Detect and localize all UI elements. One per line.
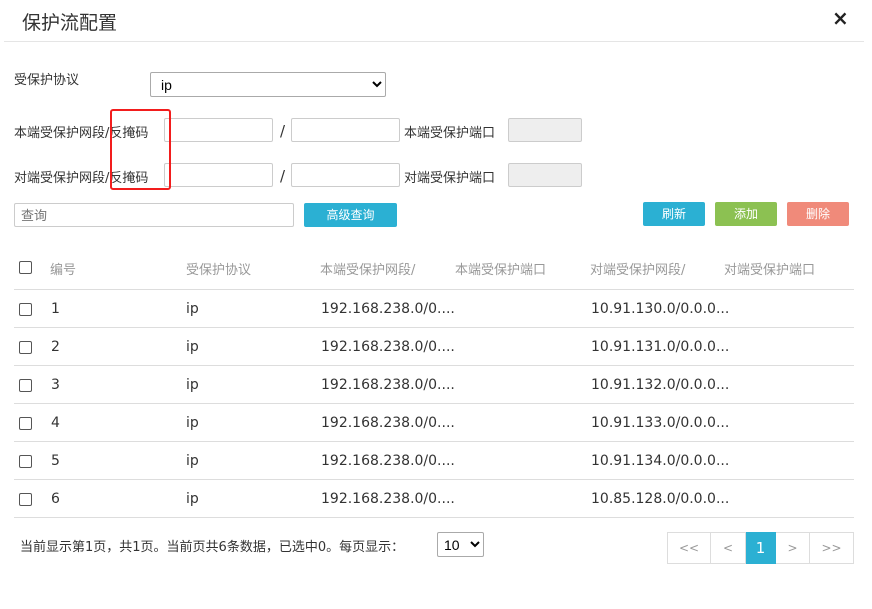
cell-id: 5 (51, 453, 60, 469)
cell-remote-net: 10.91.130.0/0.0.0... (591, 301, 730, 317)
local-port-input (508, 118, 582, 142)
slash: / (280, 122, 286, 140)
cell-local-net: 192.168.238.0/0.... (321, 377, 455, 393)
header-protocol: 受保护协议 (186, 263, 252, 278)
delete-button[interactable]: 删除 (787, 202, 849, 226)
table-row[interactable]: 3 ip 192.168.238.0/0.... 10.91.132.0/0.0.0.… (14, 366, 854, 404)
cell-protocol: ip (186, 339, 199, 355)
cell-id: 6 (51, 491, 60, 507)
table-row[interactable]: 6 ip 192.168.238.0/0.... 10.85.128.0/0.0.0.… (14, 480, 854, 518)
cell-protocol: ip (186, 453, 199, 469)
cell-protocol: ip (186, 301, 199, 317)
cell-remote-net: 10.91.131.0/0.0.0... (591, 339, 730, 355)
header-remote-net: 对端受保护网段/ (590, 263, 686, 278)
remote-port-label: 对端受保护端口 (404, 171, 496, 186)
table-row[interactable]: 1 ip 192.168.238.0/0.... 10.91.130.0/0.0.0.… (14, 290, 854, 328)
cell-local-net: 192.168.238.0/0.... (321, 453, 455, 469)
advanced-search-button[interactable]: 高级查询 (304, 203, 397, 227)
pagination-status: 当前显示第1页，共1页。当前页共6条数据，已选中0。每页显示： (20, 540, 405, 555)
cell-local-net: 192.168.238.0/0.... (321, 339, 455, 355)
next-page-button[interactable]: > (776, 532, 810, 564)
cell-remote-net: 10.91.132.0/0.0.0... (591, 377, 730, 393)
cell-remote-net: 10.91.133.0/0.0.0... (591, 415, 730, 431)
remote-mask-input[interactable] (291, 163, 400, 187)
prev-page-button[interactable]: < (711, 532, 746, 564)
add-button[interactable]: 添加 (715, 202, 777, 226)
cell-id: 2 (51, 339, 60, 355)
cell-protocol: ip (186, 415, 199, 431)
cell-remote-net: 10.85.128.0/0.0.0... (591, 491, 730, 507)
row-checkbox[interactable] (19, 493, 32, 506)
remote-net-input[interactable] (164, 163, 273, 187)
page-1-button[interactable]: 1 (746, 532, 776, 564)
refresh-button[interactable]: 刷新 (643, 202, 705, 226)
cell-id: 1 (51, 301, 60, 317)
local-port-label: 本端受保护端口 (404, 126, 496, 141)
cell-id: 4 (51, 415, 60, 431)
select-all-checkbox[interactable] (19, 261, 32, 274)
header-local-net: 本端受保护网段/ (320, 263, 416, 278)
slash: / (280, 167, 286, 185)
table-row[interactable]: 4 ip 192.168.238.0/0.... 10.91.133.0/0.0.0.… (14, 404, 854, 442)
cell-local-net: 192.168.238.0/0.... (321, 491, 455, 507)
header-local-port: 本端受保护端口 (455, 263, 547, 278)
header-id: 编号 (50, 263, 77, 278)
highlight-box (110, 109, 171, 190)
page-size-select[interactable]: 10 (437, 532, 484, 557)
protocol-select[interactable]: ip (150, 72, 386, 97)
cell-id: 3 (51, 377, 60, 393)
row-checkbox[interactable] (19, 417, 32, 430)
search-input[interactable] (14, 203, 294, 227)
divider (4, 41, 864, 42)
table-row[interactable]: 5 ip 192.168.238.0/0.... 10.91.134.0/0.0.0.… (14, 442, 854, 480)
header-remote-port: 对端受保护端口 (724, 263, 816, 278)
table-row[interactable]: 2 ip 192.168.238.0/0.... 10.91.131.0/0.0.0.… (14, 328, 854, 366)
protocol-label: 受保护协议 (14, 73, 80, 88)
local-net-input[interactable] (164, 118, 273, 142)
row-checkbox[interactable] (19, 455, 32, 468)
cell-protocol: ip (186, 377, 199, 393)
row-checkbox[interactable] (19, 341, 32, 354)
row-checkbox[interactable] (19, 379, 32, 392)
last-page-button[interactable]: >> (810, 532, 854, 564)
dialog-title: 保护流配置 (22, 12, 118, 34)
row-checkbox[interactable] (19, 303, 32, 316)
cell-local-net: 192.168.238.0/0.... (321, 415, 455, 431)
first-page-button[interactable]: << (667, 532, 711, 564)
remote-port-input (508, 163, 582, 187)
cell-local-net: 192.168.238.0/0.... (321, 301, 455, 317)
local-mask-input[interactable] (291, 118, 400, 142)
close-icon[interactable]: × (832, 6, 849, 30)
cell-protocol: ip (186, 491, 199, 507)
cell-remote-net: 10.91.134.0/0.0.0... (591, 453, 730, 469)
